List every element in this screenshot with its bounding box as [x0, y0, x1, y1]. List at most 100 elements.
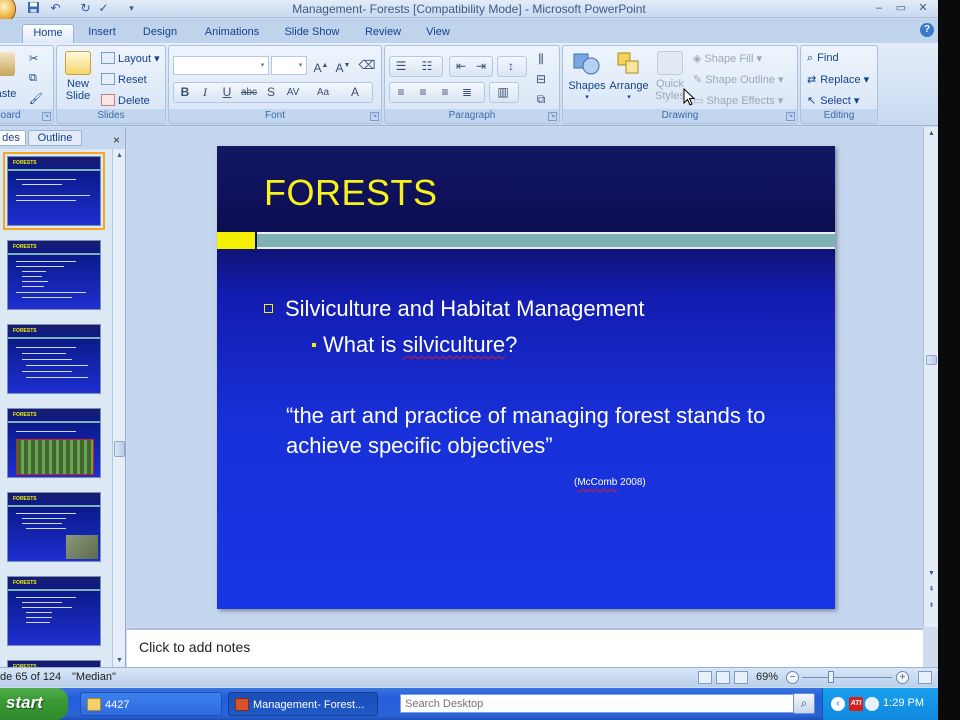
tab-slides-panel[interactable]: des — [0, 130, 26, 146]
italic-icon[interactable]: I — [195, 83, 215, 102]
shrink-font-icon[interactable]: A▼ — [333, 56, 353, 75]
paste-button[interactable]: aste — [0, 52, 17, 100]
search-desktop-field[interactable] — [400, 694, 795, 713]
tab-view[interactable]: View — [418, 24, 458, 43]
help-icon[interactable]: ? — [920, 23, 934, 37]
scrollbar-thumb[interactable] — [114, 441, 125, 457]
scroll-down-icon[interactable]: ▼ — [113, 654, 126, 667]
shape-effects-button[interactable]: ▭ Shape Effects ▾ — [693, 94, 783, 107]
slide-sorter-icon[interactable] — [716, 671, 730, 684]
slide-scrollbar[interactable]: ▲ ▼ ⇞ ⇟ — [923, 127, 938, 627]
shapes-button[interactable]: Shapes ▾ — [565, 51, 609, 104]
line-spacing-icon[interactable]: ↕ — [501, 57, 521, 76]
zoom-slider-knob[interactable] — [828, 671, 834, 683]
decrease-indent-icon[interactable]: ⇤ — [451, 57, 471, 76]
notes-pane[interactable]: Click to add notes — [127, 628, 923, 667]
tab-outline-panel[interactable]: Outline — [28, 130, 82, 146]
tab-design[interactable]: Design — [136, 24, 184, 43]
slide-title[interactable]: FORESTS — [264, 172, 438, 214]
search-icon[interactable]: ⌕ — [793, 693, 815, 714]
clear-formatting-icon[interactable]: ⌫ — [357, 56, 377, 75]
tray-arrow-icon[interactable]: ‹ — [831, 697, 845, 711]
align-right-icon[interactable]: ≡ — [435, 83, 455, 102]
slide-thumbnail-67[interactable]: FORESTS — [7, 324, 101, 394]
shape-outline-button[interactable]: ✎ Shape Outline ▾ — [693, 73, 784, 86]
slide-thumbnail-70[interactable]: FORESTS — [7, 576, 101, 646]
slide-thumbnail-66[interactable]: FORESTS — [7, 240, 101, 310]
scroll-up-icon[interactable]: ▲ — [925, 127, 938, 140]
scrollbar-thumb[interactable] — [926, 355, 937, 365]
thumbnail-scrollbar[interactable]: ▲ ▼ — [112, 149, 125, 667]
layout-button[interactable]: Layout ▾ — [101, 52, 160, 65]
bullet-level-1[interactable]: Silviculture and Habitat Management — [264, 296, 645, 322]
reset-button[interactable]: Reset — [101, 73, 147, 86]
tab-review[interactable]: Review — [358, 24, 408, 43]
change-case-icon[interactable]: Aa — [313, 83, 333, 102]
tab-animations[interactable]: Animations — [196, 24, 268, 43]
bullet-level-2[interactable]: What is silviculture? — [312, 332, 517, 358]
previous-slide-icon[interactable]: ⇞ — [925, 583, 938, 596]
zoom-out-icon[interactable]: − — [786, 671, 799, 684]
font-name-combo[interactable]: ▾ — [173, 56, 269, 75]
taskbar-item-folder[interactable]: 4427 — [80, 692, 222, 716]
select-button[interactable]: ↖ Select ▾ — [807, 94, 859, 107]
text-direction-icon[interactable]: ⫼ — [531, 50, 551, 69]
underline-icon[interactable]: U — [217, 83, 237, 102]
font-size-combo[interactable]: ▾ — [271, 56, 307, 75]
zoom-in-icon[interactable]: + — [896, 671, 909, 684]
slide-thumbnail-71[interactable]: FORESTS — [7, 660, 101, 667]
strikethrough-icon[interactable]: abc — [239, 83, 259, 102]
citation[interactable]: (McComb 2008) — [574, 477, 646, 488]
zoom-level[interactable]: 69% — [756, 671, 778, 683]
start-button[interactable]: start — [0, 688, 68, 720]
character-spacing-icon[interactable]: AV — [283, 83, 303, 102]
definition-quote[interactable]: “the art and practice of managing forest… — [286, 401, 826, 461]
close-button[interactable]: ✕ — [912, 1, 934, 15]
paragraph-launcher-icon[interactable]: ↘ — [548, 112, 557, 121]
tab-slide-show[interactable]: Slide Show — [278, 24, 346, 43]
ati-icon[interactable]: ATI — [849, 697, 863, 711]
smartart-icon[interactable]: ⧉ — [531, 90, 551, 109]
current-slide[interactable]: FORESTS Silviculture and Habitat Managem… — [217, 146, 835, 609]
taskbar-item-powerpoint[interactable]: Management- Forest... — [228, 692, 378, 716]
slide-thumbnail-68[interactable]: FORESTS — [7, 408, 101, 478]
justify-icon[interactable]: ≣ — [457, 83, 477, 102]
bold-icon[interactable]: B — [175, 83, 195, 102]
zoom-slider-track[interactable] — [802, 677, 892, 678]
shadow-icon[interactable]: S — [261, 83, 281, 102]
cut-icon[interactable]: ✂ — [29, 52, 38, 65]
copy-icon[interactable]: ⧉ — [29, 72, 37, 85]
find-button[interactable]: ⌕ Find — [807, 52, 839, 65]
slide-show-view-icon[interactable] — [734, 671, 748, 684]
drawing-launcher-icon[interactable]: ↘ — [786, 112, 795, 121]
align-text-icon[interactable]: ⊟ — [531, 70, 551, 89]
slide-thumbnail-65[interactable]: FORESTS — [3, 152, 105, 230]
format-painter-icon[interactable]: 🖌 — [29, 92, 43, 105]
minimize-button[interactable]: – — [868, 1, 890, 15]
normal-view-icon[interactable] — [698, 671, 712, 684]
columns-icon[interactable]: ▥ — [493, 83, 513, 102]
scroll-down-icon[interactable]: ▼ — [925, 567, 938, 580]
align-left-icon[interactable]: ≡ — [391, 83, 411, 102]
tab-insert[interactable]: Insert — [80, 24, 124, 43]
search-desktop-input[interactable] — [401, 695, 794, 712]
shape-fill-button[interactable]: ◈ Shape Fill ▾ — [693, 52, 762, 65]
font-color-icon[interactable]: A — [345, 83, 365, 102]
bullets-icon[interactable]: ☰ — [391, 57, 411, 76]
align-center-icon[interactable]: ≡ — [413, 83, 433, 102]
fit-to-window-icon[interactable] — [918, 671, 932, 684]
increase-indent-icon[interactable]: ⇥ — [471, 57, 491, 76]
font-launcher-icon[interactable]: ↘ — [370, 112, 379, 121]
numbering-icon[interactable]: ☷ — [417, 57, 437, 76]
network-icon[interactable] — [865, 697, 879, 711]
new-slide-button[interactable]: New Slide — [61, 51, 95, 102]
close-panel-icon[interactable]: × — [113, 133, 120, 147]
scroll-up-icon[interactable]: ▲ — [113, 149, 126, 162]
delete-button[interactable]: Delete — [101, 94, 150, 107]
replace-button[interactable]: ⇄ Replace ▾ — [807, 73, 869, 86]
tab-home[interactable]: Home — [22, 24, 74, 43]
slide-thumbnail-69[interactable]: FORESTS — [7, 492, 101, 562]
clock[interactable]: 1:29 PM — [883, 697, 924, 709]
grow-font-icon[interactable]: A▲ — [311, 56, 331, 75]
arrange-button[interactable]: Arrange ▾ — [607, 51, 651, 104]
